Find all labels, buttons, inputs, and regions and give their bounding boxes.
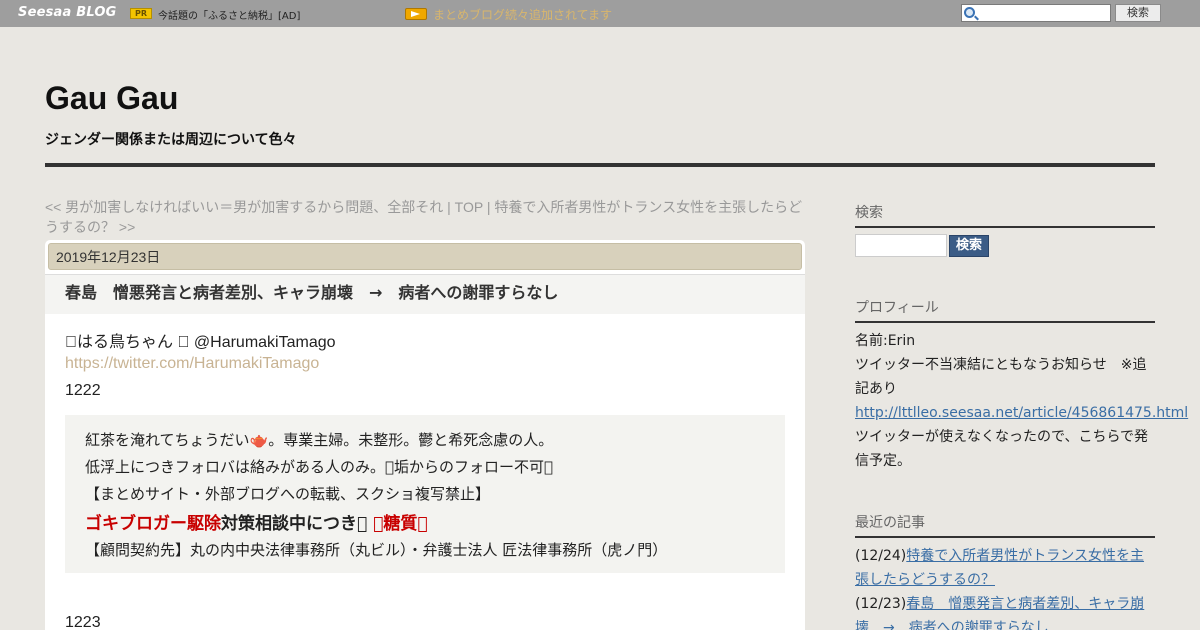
pr-ad-link[interactable]: 今話題の「ふるさと納税」[AD] <box>158 7 300 22</box>
quote-red-text-1: ゴキブロガー駆除 <box>85 514 221 534</box>
quote-line-2: 低浮上につきフォロバは絡みがある人のみ。􀀀垢からのフォロー不可􀀀 <box>85 458 554 476</box>
quote-line-5: 【顧問契約先】丸の内中央法律事務所（丸ビル）・弁護士法人 匠法律事務所（虎ノ門） <box>85 541 668 559</box>
date-label-1222: 1222 <box>65 382 101 399</box>
profile-name: 名前:Erin <box>855 333 916 349</box>
top-link[interactable]: TOP <box>455 199 483 215</box>
profile-note: ツイッターが使えなくなったので、こちらで発信予定。 <box>855 429 1149 469</box>
arrow-right-icon <box>405 8 427 20</box>
sidebar-recent-heading: 最近の記事 <box>855 512 1155 538</box>
quote-line-1: 紅茶を淹れてちょうだい🫖。専業主婦。未整形。鬱と希死念慮の人。 <box>85 431 554 449</box>
profile-info: 名前:Erin ツイッター不当凍結にともなうお知らせ ※追記あり http://… <box>855 329 1188 473</box>
nav-separator: | <box>482 199 495 215</box>
post-navigation: << 男が加害しなければいい＝男が加害するから問題、全部それ | TOP | 特… <box>45 197 815 237</box>
sidebar-search-button[interactable]: 検索 <box>949 235 989 257</box>
header-divider <box>45 163 1155 167</box>
pr-badge: PR <box>130 8 152 19</box>
search-icon <box>964 7 975 18</box>
tweet-user-line: 􀀀はる鳥ちゃん 􀀀 @HarumakiTamago <box>65 334 336 351</box>
profile-quote-block: 紅茶を淹れてちょうだい🫖。専業主婦。未整形。鬱と希死念慮の人。 低浮上につきフォ… <box>65 415 785 573</box>
nav-separator: | <box>443 199 455 215</box>
topbar-search-button[interactable]: 検索 <box>1115 4 1161 22</box>
seesaa-blog-logo[interactable]: Seesaa BLOG <box>18 5 116 20</box>
site-description: ジェンダー関係または周辺について色々 <box>45 132 297 148</box>
date-label-1223: 1223 <box>65 614 101 630</box>
profile-notice: ツイッター不当凍結にともなうお知らせ ※追記あり <box>855 357 1147 397</box>
recent-post-date: (12/23) <box>855 596 907 612</box>
topbar-search-input[interactable] <box>961 4 1111 22</box>
recent-post-item: (12/24)特養で入所者男性がトランス女性を主張したらどうするの？ <box>855 544 1155 592</box>
twitter-profile-link[interactable]: https://twitter.com/HarumakiTamago <box>65 355 319 373</box>
article-title[interactable]: 春島 憎悪発言と病者差別、キャラ崩壊 → 病者への謝罪すらなし <box>45 274 805 314</box>
recent-post-date: (12/24) <box>855 548 907 564</box>
profile-notice-link[interactable]: http://lttlleo.seesaa.net/article/456861… <box>855 401 1188 425</box>
quote-red-text-2: 􀀀糖質􀀀 <box>373 514 428 534</box>
quote-line-3: 【まとめサイト・外部ブログへの転載、スクショ複写禁止】 <box>85 485 491 503</box>
seesaa-topbar: Seesaa BLOG PR 今話題の「ふるさと納税」[AD] まとめブログ続々… <box>0 0 1200 27</box>
recent-post-item: (12/23)春島 憎悪発言と病者差別、キャラ崩壊 → 病者への謝罪すらなし <box>855 592 1155 630</box>
article: 2019年12月23日 春島 憎悪発言と病者差別、キャラ崩壊 → 病者への謝罪す… <box>45 240 805 630</box>
quote-black-text: 対策相談中につき􀀀 <box>221 514 374 534</box>
sidebar-search-input[interactable] <box>855 234 947 257</box>
prev-post-link[interactable]: << 男が加害しなければいい＝男が加害するから問題、全部それ <box>45 199 443 215</box>
sidebar-profile-heading: プロフィール <box>855 297 1155 323</box>
quote-line-4: ゴキブロガー駆除対策相談中につき􀀀 􀀀糖質􀀀 <box>85 509 428 534</box>
sidebar-search-heading: 検索 <box>855 202 1155 228</box>
topbar-news-link[interactable]: まとめブログ続々追加されてます <box>433 6 612 23</box>
article-date: 2019年12月23日 <box>48 243 802 270</box>
recent-posts-list: (12/24)特養で入所者男性がトランス女性を主張したらどうするの？ (12/2… <box>855 544 1155 630</box>
site-title[interactable]: Gau Gau <box>45 80 178 117</box>
